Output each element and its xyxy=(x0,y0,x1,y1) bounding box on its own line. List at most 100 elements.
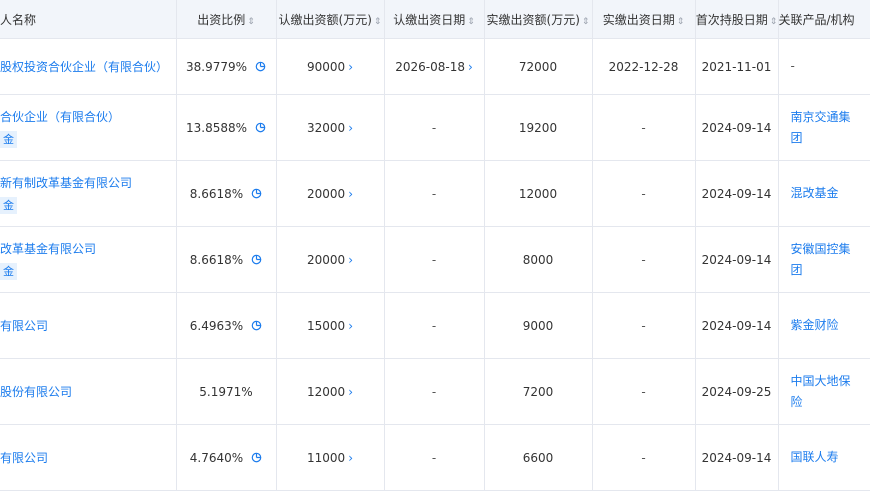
shareholder-name-link[interactable]: 合伙企业（有限合伙） xyxy=(0,110,120,124)
ratio-cell: 13.8588% xyxy=(176,94,277,161)
header-related-label: 关联产品/机构 xyxy=(778,12,855,27)
header-first-hold-date[interactable]: 首次持股日期 ⇕ xyxy=(695,0,779,39)
first-hold-date-cell: 2024-09-14 xyxy=(695,160,779,227)
pie-chart-icon[interactable] xyxy=(251,254,262,265)
ratio-cell: 6.4963% xyxy=(176,292,277,359)
shareholder-cell: 改革基金有限公司金 xyxy=(0,226,177,293)
header-name-label: 人名称 xyxy=(0,12,37,27)
header-paid-date[interactable]: 实缴出资日期 ⇕ xyxy=(592,0,696,39)
related-product-value: - xyxy=(790,59,795,73)
chevron-right-icon[interactable]: › xyxy=(348,187,353,201)
ratio-value: 13.8588% xyxy=(185,120,248,135)
table-row: 合伙企业（有限合伙） 金 13.8588% 32000 › - 19200 - 2024-09-… xyxy=(0,94,870,161)
header-subscribed-amount[interactable]: 认缴出资额(万元) ⇕ xyxy=(276,0,385,39)
header-subscribed-amount-label: 认缴出资额(万元) xyxy=(278,12,372,27)
paid-date-value: - xyxy=(641,120,646,135)
table-row: 新有制改革基金有限公司金 8.6618% 20000 › - 12000 - 2024-09-… xyxy=(0,160,870,227)
ratio-cell: 4.7640% xyxy=(176,424,277,491)
header-paid-date-label: 实缴出资日期 xyxy=(602,12,675,27)
paid-date-cell: 2022-12-28 xyxy=(592,38,696,95)
header-paid-amount[interactable]: 实缴出资额(万元) ⇕ xyxy=(484,0,593,39)
paid-amount-cell: 9000 xyxy=(484,292,593,359)
paid-amount-cell: 7200 xyxy=(484,358,593,425)
subscribed-amount-value[interactable]: 32000 xyxy=(307,121,345,135)
shareholder-name-link[interactable]: 新有制改革基金有限公司 xyxy=(0,176,132,190)
subscribed-amount-cell[interactable]: 11000 › xyxy=(276,424,385,491)
shareholder-cell: 合伙企业（有限合伙） 金 xyxy=(0,94,177,161)
chevron-right-icon[interactable]: › xyxy=(348,451,353,465)
subscribed-date-cell[interactable]: 2026-08-18 › xyxy=(384,38,485,95)
sort-icon[interactable]: ⇕ xyxy=(467,17,475,27)
subscribed-date-value: 2026-08-18 xyxy=(395,59,465,74)
subscribed-amount-value[interactable]: 20000 xyxy=(307,253,345,267)
subscribed-amount-cell[interactable]: 15000 › xyxy=(276,292,385,359)
subscribed-amount-cell[interactable]: 12000 › xyxy=(276,358,385,425)
pie-chart-icon[interactable] xyxy=(255,122,266,133)
subscribed-amount-cell[interactable]: 90000 › xyxy=(276,38,385,95)
paid-amount-value: 19200 xyxy=(518,120,558,135)
related-cell: - xyxy=(778,38,870,95)
related-cell: 混改基金 xyxy=(778,160,870,227)
paid-date-value: - xyxy=(641,384,646,399)
pie-chart-icon[interactable] xyxy=(251,320,262,331)
ratio-cell: 38.9779% xyxy=(176,38,277,95)
sort-icon[interactable]: ⇕ xyxy=(247,17,255,27)
subscribed-amount-cell[interactable]: 32000 › xyxy=(276,94,385,161)
first-hold-date-value: 2024-09-14 xyxy=(701,318,772,333)
shareholder-name-link[interactable]: 有限公司 xyxy=(0,319,48,333)
header-related: 关联产品/机构 xyxy=(778,0,870,39)
related-product-link[interactable]: 中国大地保险 xyxy=(791,371,857,413)
paid-date-value: - xyxy=(641,318,646,333)
related-product-link[interactable]: 安徽国控集团 xyxy=(791,239,857,281)
subscribed-amount-value[interactable]: 11000 xyxy=(307,451,345,465)
paid-date-cell: - xyxy=(592,226,696,293)
header-ratio[interactable]: 出资比例 ⇕ xyxy=(176,0,277,39)
header-subscribed-date[interactable]: 认缴出资日期 ⇕ xyxy=(384,0,485,39)
paid-date-cell: - xyxy=(592,292,696,359)
shareholder-name-link[interactable]: 股权投资合伙企业（有限合伙） xyxy=(0,60,168,74)
pie-chart-icon[interactable] xyxy=(251,188,262,199)
related-cell: 紫金财险 xyxy=(778,292,870,359)
table-row: 股权投资合伙企业（有限合伙） 38.9779% 90000 › 2026-08-18 › 7… xyxy=(0,38,870,95)
chevron-right-icon[interactable]: › xyxy=(348,385,353,399)
sort-icon[interactable]: ⇕ xyxy=(374,17,382,27)
paid-amount-cell: 12000 xyxy=(484,160,593,227)
subscribed-amount-value[interactable]: 15000 xyxy=(307,319,345,333)
first-hold-date-value: 2024-09-14 xyxy=(701,450,772,465)
subscribed-amount-value[interactable]: 90000 xyxy=(307,60,345,74)
shareholder-name-link[interactable]: 股份有限公司 xyxy=(0,385,72,399)
chevron-right-icon[interactable]: › xyxy=(348,60,353,74)
related-cell: 国联人寿 xyxy=(778,424,870,491)
paid-amount-value: 12000 xyxy=(518,186,558,201)
sort-icon[interactable]: ⇕ xyxy=(770,17,777,27)
shareholder-tag: 金 xyxy=(0,196,17,214)
chevron-right-icon[interactable]: › xyxy=(348,253,353,267)
subscribed-date-value: - xyxy=(431,318,437,333)
paid-amount-cell: 19200 xyxy=(484,94,593,161)
subscribed-amount-cell[interactable]: 20000 › xyxy=(276,226,385,293)
shareholder-name-link[interactable]: 有限公司 xyxy=(0,451,48,465)
table-header-row: 人名称 出资比例 ⇕ 认缴出资额(万元) ⇕ 认缴出资日期 ⇕ 实缴出资额(万元) ⇕ … xyxy=(0,0,870,39)
sort-icon[interactable]: ⇕ xyxy=(677,17,685,27)
chevron-right-icon[interactable]: › xyxy=(348,121,353,135)
paid-amount-cell: 72000 xyxy=(484,38,593,95)
subscribed-date-value: - xyxy=(431,120,437,135)
first-hold-date-value: 2024-09-25 xyxy=(701,384,772,399)
shareholder-name-link[interactable]: 改革基金有限公司 xyxy=(0,242,96,256)
pie-chart-icon[interactable] xyxy=(255,61,266,72)
paid-amount-value: 9000 xyxy=(522,318,554,333)
subscribed-amount-value[interactable]: 20000 xyxy=(307,187,345,201)
paid-amount-cell: 6600 xyxy=(484,424,593,491)
pie-chart-icon[interactable] xyxy=(251,452,262,463)
related-product-link[interactable]: 南京交通集团 xyxy=(791,107,857,149)
related-product-link[interactable]: 国联人寿 xyxy=(791,447,857,468)
related-product-link[interactable]: 混改基金 xyxy=(791,183,857,204)
sort-icon[interactable]: ⇕ xyxy=(582,17,590,27)
chevron-right-icon[interactable]: › xyxy=(468,60,473,74)
subscribed-amount-value[interactable]: 12000 xyxy=(307,385,345,399)
related-product-link[interactable]: 紫金财险 xyxy=(791,315,857,336)
subscribed-amount-cell[interactable]: 20000 › xyxy=(276,160,385,227)
header-first-hold-date-label: 首次持股日期 xyxy=(695,12,768,27)
subscribed-date-value: - xyxy=(431,450,437,465)
chevron-right-icon[interactable]: › xyxy=(348,319,353,333)
